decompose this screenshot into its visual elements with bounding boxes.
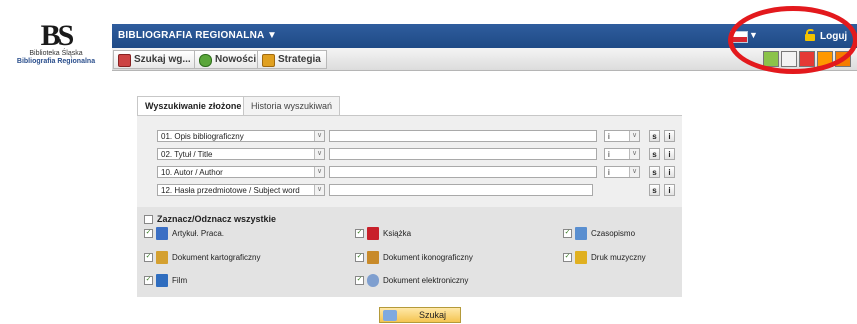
doc-type-magazine[interactable]: ✓ Czasopismo [563, 226, 635, 242]
chevron-down-icon: ∨ [629, 131, 639, 141]
checkbox[interactable]: ✓ [144, 276, 153, 286]
magazine-icon [575, 227, 587, 241]
checkbox[interactable]: ✓ [355, 253, 364, 263]
field-select[interactable]: 10. Autor / Author ∨ [157, 166, 325, 178]
s-button[interactable]: s [649, 148, 660, 160]
search-criteria-panel: 01. Opis bibliograficzny ∨ i ∨ s i 02. Tyt… [137, 115, 682, 208]
select-all-label: Zaznacz/Odznacz wszystkie [157, 214, 277, 224]
tab-search[interactable]: Szukaj wg... [113, 50, 197, 69]
checkbox[interactable]: ✓ [355, 229, 364, 239]
logo-line-2: Bibliografia Regionalna [16, 58, 96, 65]
highlight-circle [728, 6, 857, 74]
doc-type-map[interactable]: ✓ Dokument kartograficzny [144, 250, 260, 266]
chevron-down-icon: ∨ [314, 185, 324, 195]
doc-type-book[interactable]: ✓ Książka [355, 226, 411, 242]
checkbox[interactable]: ✓ [563, 253, 572, 263]
select-all-toggle[interactable]: Zaznacz/Odznacz wszystkie [144, 214, 277, 225]
chevron-down-icon: ∨ [314, 149, 324, 159]
doc-type-label: Książka [383, 229, 412, 238]
news-icon [199, 54, 212, 67]
doc-type-electronic[interactable]: ✓ Dokument elektroniczny [355, 273, 468, 289]
tab-advanced-search[interactable]: Wyszukiwanie złożone [137, 96, 250, 116]
doc-type-label: Dokument elektroniczny [383, 276, 469, 285]
s-button[interactable]: s [649, 166, 660, 178]
info-button[interactable]: i [664, 148, 675, 160]
doc-type-article[interactable]: ✓ Artykuł. Praca. [144, 226, 224, 242]
operator-value: i [608, 132, 610, 141]
book-icon [367, 227, 379, 241]
strategy-icon [262, 54, 275, 67]
tab-news[interactable]: Nowości [194, 50, 263, 69]
music-icon [575, 251, 587, 265]
tab-strategy[interactable]: Strategia [257, 50, 327, 69]
logo-line-1: Biblioteka Śląska [29, 50, 83, 57]
search-button[interactable]: Szukaj [379, 307, 461, 323]
select-all-checkbox[interactable] [144, 215, 153, 225]
doc-type-label: Artykuł. Praca. [172, 229, 225, 238]
search-input[interactable] [329, 130, 597, 142]
field-select-value: 10. Autor / Author [161, 168, 223, 177]
search-input[interactable] [329, 166, 597, 178]
operator-value: i [608, 150, 610, 159]
s-button[interactable]: s [649, 184, 660, 196]
checkbox[interactable]: ✓ [144, 229, 153, 239]
operator-select[interactable]: i ∨ [604, 130, 640, 142]
field-select-value: 02. Tytuł / Title [161, 150, 213, 159]
doc-type-film[interactable]: ✓ Film [144, 273, 187, 289]
tab-strategy-label: Strategia [278, 54, 321, 65]
checkbox[interactable]: ✓ [563, 229, 572, 239]
search-button-label: Szukaj [418, 310, 446, 320]
document-type-filter: Zaznacz/Odznacz wszystkie ✓ Artykuł. Prac… [137, 207, 682, 297]
doc-type-music[interactable]: ✓ Druk muzyczny [563, 250, 646, 266]
checkbox[interactable]: ✓ [355, 276, 364, 286]
search-input[interactable] [329, 184, 593, 196]
search-input[interactable] [329, 148, 597, 160]
tab-search-history[interactable]: Historia wyszukiwań [243, 96, 341, 115]
tab-news-label: Nowości [215, 54, 257, 65]
chevron-down-icon: ∨ [629, 167, 639, 177]
tab-search-label: Szukaj wg... [134, 54, 191, 65]
field-select[interactable]: 02. Tytuł / Title ∨ [157, 148, 325, 160]
info-button[interactable]: i [664, 166, 675, 178]
article-icon [156, 227, 168, 241]
operator-value: i [608, 168, 610, 177]
image-icon [367, 251, 379, 265]
operator-select[interactable]: i ∨ [604, 148, 640, 160]
map-icon [156, 251, 168, 265]
cd-icon [367, 274, 379, 288]
checkbox[interactable]: ✓ [144, 253, 153, 263]
library-logo[interactable]: BS Biblioteka Śląska Bibliografia Region… [0, 19, 112, 70]
info-button[interactable]: i [664, 130, 675, 142]
search-book-icon [118, 54, 131, 67]
s-button[interactable]: s [649, 130, 660, 142]
doc-type-label: Dokument kartograficzny [172, 253, 261, 262]
app-title-menu[interactable]: BIBLIOGRAFIA REGIONALNA ▼ [118, 30, 277, 41]
doc-type-label: Druk muzyczny [591, 253, 646, 262]
chevron-down-icon: ∨ [314, 167, 324, 177]
doc-type-label: Film [172, 276, 188, 285]
operator-select[interactable]: i ∨ [604, 166, 640, 178]
doc-type-label: Dokument ikonograficzny [383, 253, 473, 262]
field-select-value: 01. Opis bibliograficzny [161, 132, 244, 141]
chevron-down-icon: ∨ [314, 131, 324, 141]
magnifier-icon [383, 310, 397, 321]
field-select-value: 12. Hasła przedmiotowe / Subject word [161, 186, 300, 195]
chevron-down-icon: ∨ [629, 149, 639, 159]
field-select[interactable]: 01. Opis bibliograficzny ∨ [157, 130, 325, 142]
field-select[interactable]: 12. Hasła przedmiotowe / Subject word ∨ [157, 184, 325, 196]
info-button[interactable]: i [664, 184, 675, 196]
film-icon [156, 274, 168, 288]
logo-mark: BS [40, 19, 75, 52]
doc-type-label: Czasopismo [591, 229, 636, 238]
doc-type-iconographic[interactable]: ✓ Dokument ikonograficzny [355, 250, 473, 266]
